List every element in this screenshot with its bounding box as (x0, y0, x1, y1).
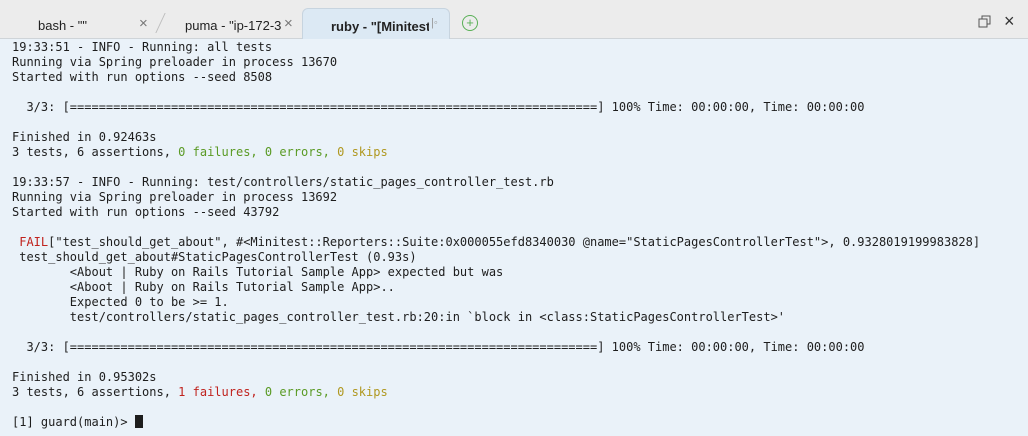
summary-counts: 3 tests, 6 assertions, (12, 145, 179, 159)
close-icon[interactable]: × (139, 15, 148, 32)
terminal-line: test/controllers/static_pages_controller… (12, 310, 786, 324)
terminal-line: 19:33:57 - INFO - Running: test/controll… (12, 175, 554, 189)
terminal-line: <Aboot | Ruby on Rails Tutorial Sample A… (12, 280, 395, 294)
test-summary-line: 3 tests, 6 assertions, 0 failures, 0 err… (12, 145, 1028, 160)
tab-label: ruby - "[Minitest (331, 19, 429, 34)
errors-count: 0 errors, (264, 385, 338, 399)
tab-status-icon[interactable]: |◦ (431, 17, 438, 29)
add-tab-button[interactable]: + (462, 15, 478, 31)
skips-count: 0 skips (337, 145, 388, 159)
summary-counts: 3 tests, 6 assertions, (12, 385, 179, 399)
terminal-line: Running via Spring preloader in process … (12, 55, 338, 69)
terminal-line: Started with run options --seed 8508 (12, 70, 273, 84)
terminal-line: Running via Spring preloader in process … (12, 190, 338, 204)
restore-window-icon[interactable] (978, 15, 992, 29)
shell-prompt: [1] guard(main)> (12, 415, 135, 429)
text-cursor (134, 415, 143, 428)
fail-label: FAIL (12, 235, 49, 249)
terminal-line: <About | Ruby on Rails Tutorial Sample A… (12, 265, 504, 279)
close-window-icon[interactable]: × (1004, 11, 1015, 32)
tab-bar: bash - "" × puma - "ip-172-3 × ruby - "[… (0, 0, 1028, 39)
terminal-line: 19:33:51 - INFO - Running: all tests (12, 40, 273, 54)
failures-errors-count: 0 failures, 0 errors, (178, 145, 338, 159)
progress-line: 3/3: [==================================… (12, 100, 865, 114)
terminal-line: Expected 0 to be >= 1. (12, 295, 229, 309)
tab-label: bash - "" (38, 18, 87, 33)
tab-bash[interactable]: bash - "" × (8, 8, 158, 39)
terminal-line: Finished in 0.92463s (12, 130, 157, 144)
close-icon[interactable]: × (284, 15, 293, 32)
terminal-line: test_should_get_about#StaticPagesControl… (12, 250, 417, 264)
terminal-line: Started with run options --seed 43792 (12, 205, 280, 219)
fail-detail: ["test_should_get_about", #<Minitest::Re… (48, 235, 981, 249)
test-summary-line: 3 tests, 6 assertions, 1 failures, 0 err… (12, 385, 1028, 400)
tab-label: puma - "ip-172-3 (185, 18, 282, 33)
progress-line: 3/3: [==================================… (12, 340, 865, 354)
failures-count: 1 failures, (178, 385, 265, 399)
fail-line: FAIL["test_should_get_about", #<Minitest… (12, 235, 1028, 250)
skips-count: 0 skips (337, 385, 388, 399)
tab-ruby[interactable]: ruby - "[Minitest |◦ (302, 8, 450, 39)
tab-puma[interactable]: puma - "ip-172-3 × (160, 8, 312, 39)
prompt-line[interactable]: [1] guard(main)> (12, 415, 1028, 430)
terminal-line: Finished in 0.95302s (12, 370, 157, 384)
terminal-output[interactable]: 19:33:51 - INFO - Running: all tests Run… (0, 39, 1028, 436)
